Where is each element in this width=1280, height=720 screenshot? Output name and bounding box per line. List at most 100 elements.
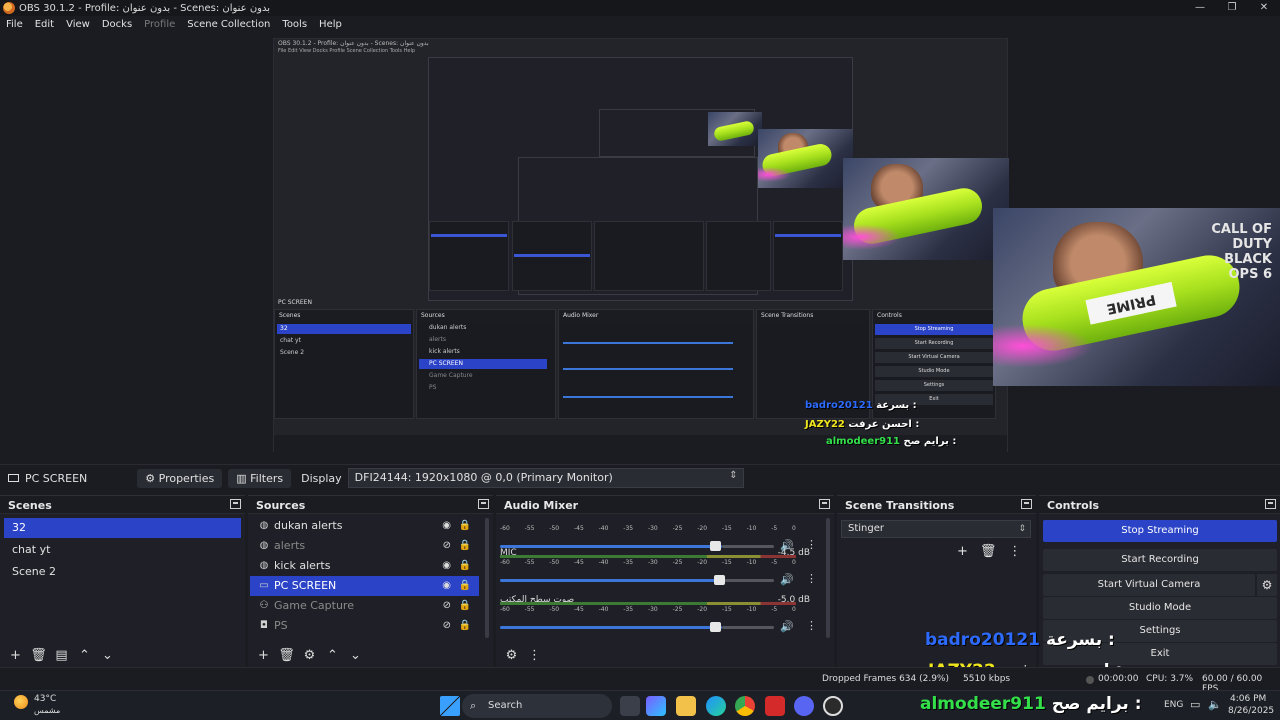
- move-down-button[interactable]: ⌄: [96, 648, 119, 663]
- source-item[interactable]: ⚇ Game Capture ⊘ 🔒: [250, 596, 479, 616]
- lock-icon[interactable]: 🔒: [459, 616, 471, 636]
- audio-mixer-dock: Audio Mixer -60 -55 -50 -45 -40 -35 -30 -25 -20-…: [496, 495, 834, 667]
- undock-icon[interactable]: [478, 499, 489, 509]
- copilot-icon[interactable]: [646, 696, 666, 716]
- eye-icon[interactable]: ◉: [442, 556, 451, 576]
- source-item[interactable]: ◘ PS ⊘ 🔒: [250, 616, 479, 636]
- discord-icon[interactable]: [794, 696, 814, 716]
- source-item[interactable]: ◍ alerts ⊘ 🔒: [250, 536, 479, 556]
- weather-temp[interactable]: 43°C: [34, 694, 56, 704]
- transition-select[interactable]: Stinger ⇕: [841, 520, 1031, 538]
- volume-icon[interactable]: 🔈: [1208, 698, 1222, 711]
- undock-icon[interactable]: [230, 499, 241, 509]
- taskbar-search[interactable]: ⌕ Search: [462, 694, 612, 718]
- volume-slider[interactable]: [500, 626, 722, 629]
- lock-icon[interactable]: 🔒: [459, 536, 471, 556]
- menu-profile[interactable]: Profile: [138, 19, 181, 30]
- volume-knob[interactable]: [714, 575, 725, 585]
- lock-icon[interactable]: 🔒: [459, 576, 471, 596]
- volume-slider[interactable]: [500, 579, 722, 582]
- display-select[interactable]: DFI24144: 1920x1080 @ 0,0 (Primary Monit…: [347, 468, 744, 488]
- preview-canvas[interactable]: OBS 30.1.2 - Profile: بدون عنوان - Scene…: [0, 32, 1280, 464]
- menu-scene-collection[interactable]: Scene Collection: [181, 19, 276, 30]
- language-indicator[interactable]: ENG: [1164, 700, 1183, 710]
- scene-item[interactable]: Scene 2: [4, 562, 241, 582]
- add-source-button[interactable]: +: [252, 648, 275, 663]
- menu-tools[interactable]: Tools: [276, 19, 313, 30]
- menu-edit[interactable]: Edit: [29, 19, 60, 30]
- source-properties-button[interactable]: ⚙: [298, 648, 321, 663]
- source-item[interactable]: ▭ PC SCREEN ◉ 🔒: [250, 576, 479, 596]
- sources-header: Sources: [248, 496, 493, 514]
- scenes-dock: Scenes 32 chat yt Scene 2 + 🗑 ▤ ⌃ ⌄: [0, 495, 245, 667]
- menu-docks[interactable]: Docks: [96, 19, 138, 30]
- remove-scene-button[interactable]: 🗑: [27, 648, 50, 663]
- menu-help[interactable]: Help: [313, 19, 348, 30]
- undock-icon[interactable]: [819, 499, 830, 509]
- nested-source-bar: PC SCREEN: [278, 299, 312, 306]
- start-virtual-camera-button[interactable]: Start Virtual Camera: [1043, 574, 1255, 596]
- sources-scrollbar[interactable]: [485, 518, 489, 638]
- move-down-button[interactable]: ⌄: [344, 648, 367, 663]
- move-up-button[interactable]: ⌃: [73, 648, 96, 663]
- lock-icon[interactable]: 🔒: [459, 596, 471, 616]
- eye-hidden-icon[interactable]: ⊘: [443, 536, 451, 556]
- lock-icon[interactable]: 🔒: [459, 556, 471, 576]
- lock-icon[interactable]: 🔒: [459, 516, 471, 536]
- transition-menu-button[interactable]: ⋮: [1008, 544, 1021, 559]
- db-ticks: -60 -55 -50 -45 -40 -35 -30 -25 -20 -15 -10 -5 0: [500, 606, 796, 613]
- virtual-camera-settings-button[interactable]: ⚙: [1257, 574, 1277, 596]
- eye-hidden-icon[interactable]: ⊘: [443, 596, 451, 616]
- add-transition-button[interactable]: +: [957, 544, 968, 559]
- add-scene-button[interactable]: +: [4, 648, 27, 663]
- properties-button[interactable]: ⚙ Properties: [137, 468, 223, 488]
- filters-button[interactable]: ▥ Filters: [228, 468, 292, 488]
- close-button[interactable]: ✕: [1248, 0, 1280, 16]
- volume-knob[interactable]: [710, 622, 721, 632]
- weather-desc[interactable]: مشمس: [34, 706, 60, 715]
- menu-file[interactable]: File: [0, 19, 29, 30]
- mixer-menu-button[interactable]: ⋮: [523, 648, 546, 663]
- studio-mode-button[interactable]: Studio Mode: [1043, 597, 1277, 619]
- remove-source-button[interactable]: 🗑: [275, 648, 298, 663]
- undock-icon[interactable]: [1021, 499, 1032, 509]
- advanced-audio-button[interactable]: ⚙: [500, 648, 523, 663]
- dropped-frames: Dropped Frames 634 (2.9%): [822, 674, 949, 684]
- task-view-icon[interactable]: [620, 696, 640, 716]
- scene-item[interactable]: chat yt: [4, 540, 241, 560]
- source-item[interactable]: ◍ dukan alerts ◉ 🔒: [250, 516, 479, 536]
- edge-icon[interactable]: [706, 696, 726, 716]
- scene-item[interactable]: 32: [4, 518, 241, 538]
- start-recording-button[interactable]: Start Recording: [1043, 549, 1277, 571]
- source-item[interactable]: ◍ kick alerts ◉ 🔒: [250, 556, 479, 576]
- winrar-icon[interactable]: [765, 696, 785, 716]
- kebab-menu-icon[interactable]: ⋮: [806, 619, 817, 632]
- stop-streaming-button[interactable]: Stop Streaming: [1043, 520, 1277, 542]
- file-explorer-icon[interactable]: [676, 696, 696, 716]
- chrome-icon[interactable]: [735, 696, 755, 716]
- eye-icon[interactable]: ◉: [442, 516, 451, 536]
- minimize-button[interactable]: —: [1184, 0, 1216, 16]
- speaker-icon[interactable]: 🔊: [780, 620, 794, 633]
- menu-view[interactable]: View: [60, 19, 96, 30]
- eye-icon[interactable]: ◉: [442, 576, 451, 596]
- audio-mixer-header: Audio Mixer: [496, 496, 834, 514]
- clock-time[interactable]: 4:06 PM: [1230, 694, 1266, 704]
- undock-icon[interactable]: [1265, 499, 1276, 509]
- windows-start-icon[interactable]: [440, 696, 460, 716]
- obs-icon[interactable]: [823, 696, 843, 716]
- move-up-button[interactable]: ⌃: [321, 648, 344, 663]
- scene-filters-button[interactable]: ▤: [50, 648, 73, 663]
- mixer-scrollbar[interactable]: [826, 518, 830, 638]
- eye-hidden-icon[interactable]: ⊘: [443, 616, 451, 636]
- kebab-menu-icon[interactable]: ⋮: [806, 572, 817, 585]
- db-tick-label: -55: [524, 525, 535, 532]
- globe-icon: ◍: [259, 540, 269, 551]
- remove-transition-button[interactable]: 🗑: [980, 544, 997, 559]
- speaker-icon[interactable]: 🔊: [780, 573, 794, 586]
- clock-date[interactable]: 8/26/2025: [1228, 706, 1274, 716]
- maximize-button[interactable]: ❐: [1216, 0, 1248, 16]
- network-icon[interactable]: ▭: [1190, 698, 1200, 711]
- weather-sun-icon[interactable]: [14, 695, 28, 709]
- filter-icon: ▥: [236, 471, 247, 485]
